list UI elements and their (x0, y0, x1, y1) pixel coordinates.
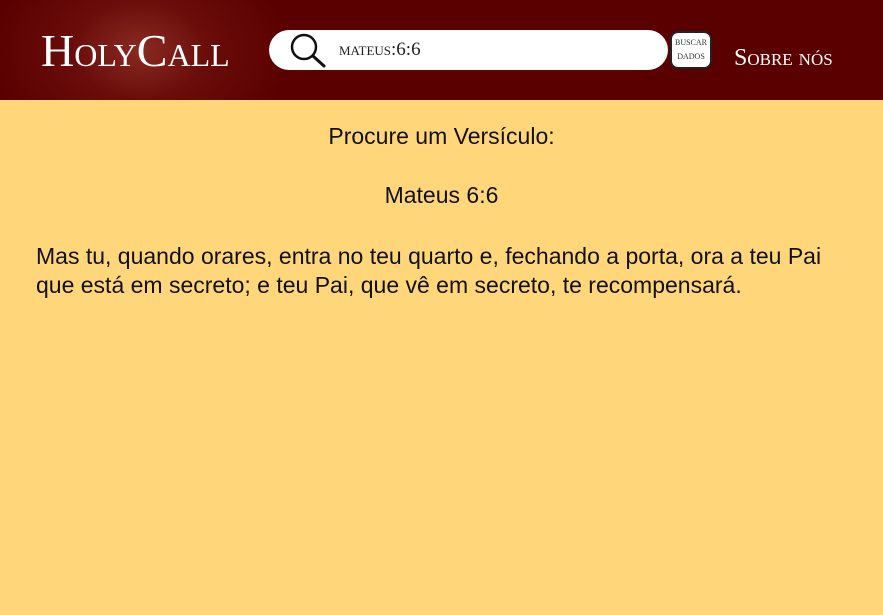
search-input[interactable] (339, 34, 649, 66)
main-content: Procure um Versículo: Mateus 6:6 Mas tu,… (0, 100, 883, 615)
logo[interactable]: HolyCall (41, 26, 230, 76)
search-button-label-line1: BUSCAR (674, 38, 707, 47)
about-link[interactable]: Sobre nós (734, 44, 833, 72)
search-bar[interactable] (269, 30, 668, 70)
search-prompt: Procure um Versículo: (328, 123, 555, 149)
header: HolyCall BUSCAR DADOS Sobre nós (0, 0, 883, 100)
search-button[interactable]: BUSCAR DADOS (670, 31, 712, 69)
search-button-label-line2: DADOS (677, 52, 705, 61)
verse-text: Mas tu, quando orares, entra no teu quar… (36, 243, 822, 298)
verse-reference: Mateus 6:6 (384, 182, 499, 208)
search-icon[interactable] (289, 32, 327, 68)
